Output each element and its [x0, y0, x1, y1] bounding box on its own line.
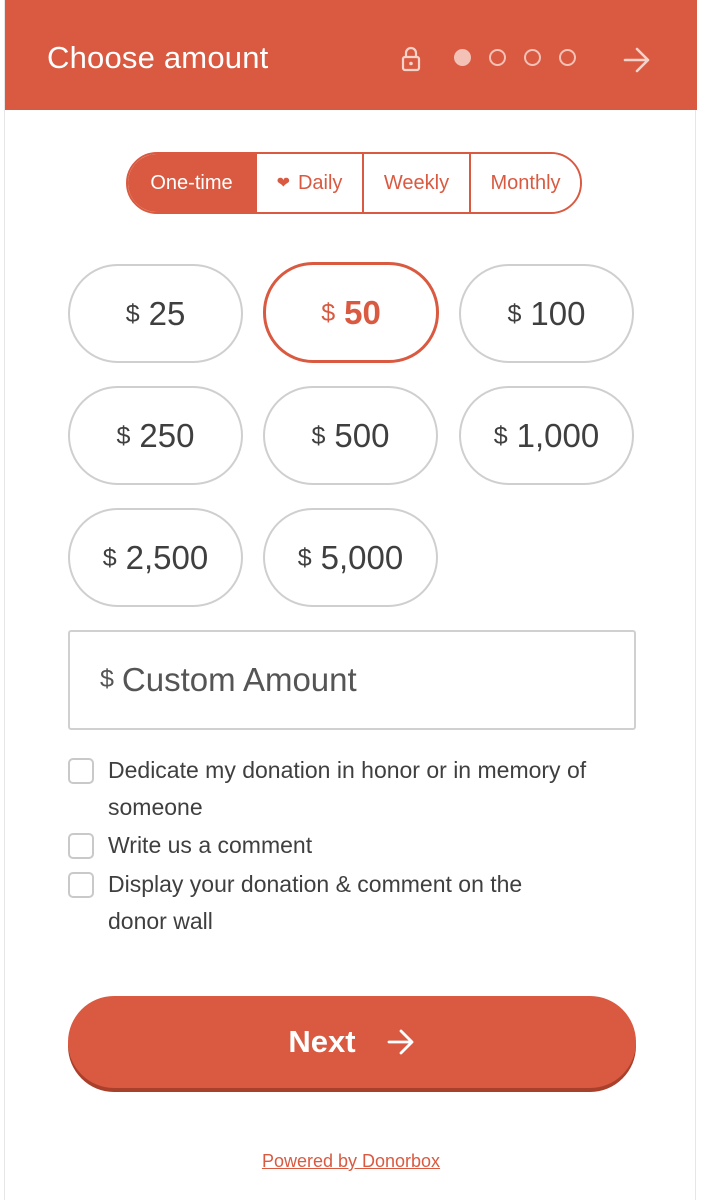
page-title: Choose amount: [47, 40, 269, 75]
tab-label: One-time: [150, 171, 233, 194]
dedicate-checkbox[interactable]: [68, 758, 94, 784]
amount-value: 100: [530, 294, 586, 332]
amount-option-500[interactable]: $ 500: [263, 386, 438, 485]
tab-one-time[interactable]: One-time: [128, 154, 255, 212]
currency-symbol: $: [297, 544, 312, 572]
tab-label: Weekly: [383, 171, 450, 194]
tab-label: Monthly: [490, 171, 561, 194]
currency-symbol: $: [125, 300, 140, 328]
tab-label: Daily: [297, 171, 343, 194]
next-button[interactable]: Next: [68, 996, 636, 1088]
amount-value: 25: [148, 294, 186, 332]
next-button-label: Next: [288, 1024, 356, 1059]
form-header: Choose amount: [5, 0, 697, 110]
arrow-right-icon: [387, 1029, 413, 1055]
donor-wall-checkbox[interactable]: [68, 872, 94, 898]
amount-value: 5,000: [320, 538, 404, 576]
amount-value: 500: [334, 416, 390, 454]
step-dot-2: [489, 49, 506, 66]
comment-option: Write us a comment: [68, 827, 608, 864]
tab-daily[interactable]: ❤ Daily: [255, 154, 362, 212]
donation-form: Choose amount One-time ❤ Daily Weekly Mo…: [4, 0, 697, 1200]
amount-option-25[interactable]: $ 25: [68, 264, 243, 363]
heart-icon: ❤: [276, 175, 290, 192]
step-dot-1: [454, 49, 471, 66]
amount-value: 2,500: [125, 538, 209, 576]
currency-symbol: $: [102, 544, 117, 572]
step-indicator: [454, 49, 576, 66]
powered-by-link[interactable]: Powered by Donorbox: [5, 1151, 697, 1172]
currency-symbol: $: [507, 300, 522, 328]
amount-value: 250: [139, 416, 195, 454]
frequency-selector: One-time ❤ Daily Weekly Monthly: [126, 152, 582, 214]
donor-wall-option: Display your donation & comment on the d…: [68, 866, 578, 940]
custom-amount-input[interactable]: [121, 661, 602, 699]
amount-value: 50: [344, 293, 381, 331]
lock-icon: [401, 46, 421, 72]
step-dot-3: [524, 49, 541, 66]
step-dot-4: [559, 49, 576, 66]
dedicate-label[interactable]: Dedicate my donation in honor or in memo…: [108, 752, 608, 826]
comment-checkbox[interactable]: [68, 833, 94, 859]
amount-option-1000[interactable]: $ 1,000: [459, 386, 634, 485]
amount-option-2500[interactable]: $ 2,500: [68, 508, 243, 607]
dedicate-option: Dedicate my donation in honor or in memo…: [68, 752, 608, 826]
custom-amount-field[interactable]: $: [68, 630, 636, 730]
currency-symbol: $: [493, 422, 508, 450]
amount-option-100[interactable]: $ 100: [459, 264, 634, 363]
amount-option-250[interactable]: $ 250: [68, 386, 243, 485]
amount-option-5000[interactable]: $ 5,000: [263, 508, 438, 607]
currency-symbol: $: [100, 664, 114, 693]
amount-option-50[interactable]: $ 50: [263, 262, 439, 363]
currency-symbol: $: [116, 422, 131, 450]
currency-symbol: $: [311, 422, 326, 450]
tab-monthly[interactable]: Monthly: [469, 154, 580, 212]
arrow-right-icon[interactable]: [622, 46, 652, 74]
donor-wall-label[interactable]: Display your donation & comment on the d…: [108, 866, 578, 940]
amount-value: 1,000: [516, 416, 600, 454]
tab-weekly[interactable]: Weekly: [362, 154, 469, 212]
comment-label[interactable]: Write us a comment: [108, 827, 608, 864]
currency-symbol: $: [321, 299, 336, 327]
